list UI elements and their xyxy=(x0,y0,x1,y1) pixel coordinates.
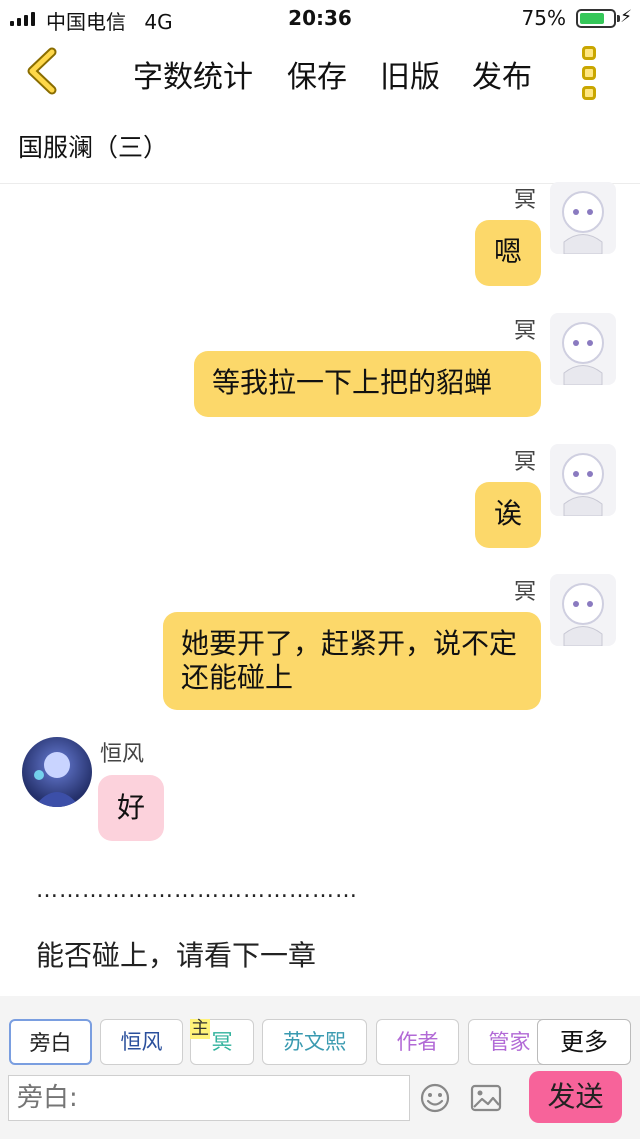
publish-button[interactable]: 发布 xyxy=(472,52,532,96)
message-bubble: 等我拉一下上把的貂蝉 xyxy=(194,351,541,417)
message-sender: 冥 xyxy=(514,580,537,605)
avatar[interactable] xyxy=(22,737,92,807)
character-chip-label: 冥 xyxy=(211,1030,233,1054)
image-icon[interactable] xyxy=(470,1084,502,1112)
message-bubble: 好 xyxy=(98,775,164,841)
main-role-badge: 主 xyxy=(190,1018,210,1039)
top-nav: 字数统计 保存 旧版 发布 xyxy=(0,36,640,110)
charging-icon: ⚡ xyxy=(620,7,632,27)
character-chip-label: 恒风 xyxy=(120,1030,163,1054)
character-chip-label: 作者 xyxy=(396,1030,439,1054)
emoji-icon[interactable] xyxy=(419,1082,451,1114)
separator-dots: …………………………………… xyxy=(36,878,358,903)
character-chip-hengfeng[interactable]: 恒风 xyxy=(100,1019,183,1065)
battery-icon xyxy=(576,9,620,28)
status-bar: 中国电信 4G 20:36 75% ⚡ xyxy=(0,0,640,36)
character-chip-suwenxi[interactable]: 苏文熙 xyxy=(262,1019,367,1065)
character-chip-author[interactable]: 作者 xyxy=(376,1019,459,1065)
save-button[interactable]: 保存 xyxy=(287,52,347,96)
chevron-left-icon[interactable] xyxy=(20,46,68,96)
narration-text: 能否碰上，请看下一章 xyxy=(36,939,317,972)
character-chip-label: 管家 xyxy=(488,1030,531,1054)
more-characters-button[interactable]: 更多 xyxy=(537,1019,631,1065)
message-sender: 恒风 xyxy=(100,742,145,767)
character-chip-label: 苏文熙 xyxy=(283,1030,346,1054)
battery-level xyxy=(580,13,604,24)
vertical-dots-menu-icon[interactable] xyxy=(576,46,602,100)
avatar[interactable] xyxy=(550,313,616,385)
divider xyxy=(0,183,640,184)
old-version-button[interactable]: 旧版 xyxy=(380,52,440,96)
word-count-button[interactable]: 字数统计 xyxy=(133,52,253,96)
message-sender: 冥 xyxy=(514,450,537,475)
avatar[interactable] xyxy=(550,182,616,254)
avatar[interactable] xyxy=(550,444,616,516)
character-chip-narrator[interactable]: 旁白 xyxy=(9,1019,92,1065)
message-input[interactable] xyxy=(8,1075,410,1121)
message-sender: 冥 xyxy=(514,188,537,213)
message-bubble: 嗯 xyxy=(475,220,541,286)
message-bubble: 她要开了，赶紧开，说不定还能碰上 xyxy=(163,612,541,710)
character-chip-label: 旁白 xyxy=(29,1031,72,1055)
avatar[interactable] xyxy=(550,574,616,646)
send-button[interactable]: 发送 xyxy=(529,1071,622,1123)
chapter-title: 国服澜（三） xyxy=(18,133,169,162)
message-sender: 冥 xyxy=(514,319,537,344)
battery-percent: 75% xyxy=(521,6,566,30)
message-bubble: 诶 xyxy=(475,482,541,548)
